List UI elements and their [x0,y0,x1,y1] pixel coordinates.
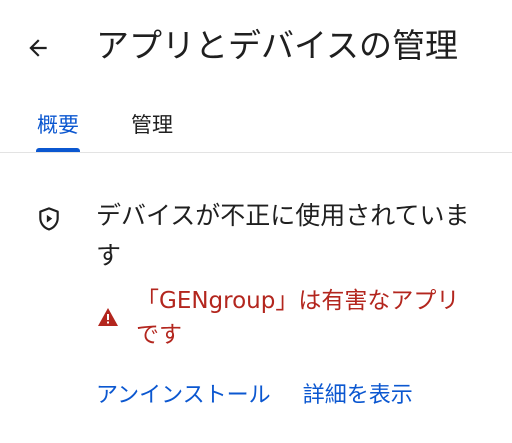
tab-bar: 概要 管理 [0,96,512,152]
action-buttons: アンインストール 詳細を表示 [96,376,413,416]
top-app-bar: アプリとデバイスの管理 [0,0,512,96]
tab-manage[interactable]: 管理 [118,96,186,152]
tab-overview[interactable]: 概要 [24,96,92,152]
app-device-management-screen: アプリとデバイスの管理 概要 管理 デバイスが不正に使用されています 「GENg… [0,0,512,443]
back-button[interactable] [16,26,60,70]
show-details-button[interactable]: 詳細を表示 [303,376,413,416]
page-title: アプリとデバイスの管理 [96,26,459,65]
arrow-back-icon [29,39,47,57]
warning-triangle-icon [98,308,118,326]
harmful-app-warning: 「GENgroup」は有害なアプリです [136,288,460,348]
uninstall-button[interactable]: アンインストール [96,376,271,416]
tab-divider [0,152,512,153]
shield-play-icon [39,207,59,231]
device-status-title: デバイスが不正に使用されています [96,201,470,270]
